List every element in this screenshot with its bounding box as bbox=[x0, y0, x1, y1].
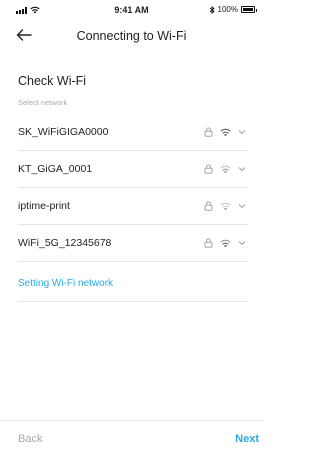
chevron-down-icon[interactable] bbox=[238, 203, 246, 209]
lock-icon bbox=[204, 164, 213, 174]
lock-icon bbox=[204, 238, 213, 248]
divider bbox=[18, 301, 248, 302]
lock-icon bbox=[204, 201, 213, 211]
wifi-signal-icon bbox=[220, 202, 231, 210]
wifi-signal-icon bbox=[220, 128, 231, 136]
setting-wifi-network-link[interactable]: Setting Wi-Fi network bbox=[18, 278, 113, 289]
network-item[interactable]: WiFi_5G_12345678 bbox=[18, 225, 248, 262]
section-subtitle: Select network bbox=[18, 98, 68, 107]
status-bar: 9:41 AM 100% bbox=[0, 0, 263, 22]
chevron-down-icon[interactable] bbox=[238, 240, 246, 246]
network-item[interactable]: KT_GiGA_0001 bbox=[18, 151, 248, 188]
wifi-signal-icon bbox=[220, 239, 231, 247]
network-item[interactable]: iptime-print bbox=[18, 188, 248, 225]
next-button[interactable]: Next bbox=[235, 433, 259, 445]
network-name: WiFi_5G_12345678 bbox=[18, 237, 112, 249]
page-title: Connecting to Wi-Fi bbox=[76, 29, 187, 43]
network-name: iptime-print bbox=[18, 200, 70, 212]
status-battery-group: 100% bbox=[209, 5, 257, 14]
footer-bar: Back Next bbox=[0, 420, 263, 459]
bluetooth-icon bbox=[209, 5, 215, 14]
battery-icon bbox=[241, 6, 257, 13]
lock-icon bbox=[204, 127, 213, 137]
wifi-signal-icon bbox=[220, 165, 231, 173]
section-title: Check Wi-Fi bbox=[18, 74, 87, 88]
chevron-down-icon[interactable] bbox=[238, 166, 246, 172]
battery-percent: 100% bbox=[217, 5, 238, 14]
network-list: SK_WiFiGIGA0000 KT_GiGA_0001 iptime-prin… bbox=[18, 114, 248, 262]
network-name: SK_WiFiGIGA0000 bbox=[18, 126, 109, 138]
network-item[interactable]: SK_WiFiGIGA0000 bbox=[18, 114, 248, 151]
chevron-down-icon[interactable] bbox=[238, 129, 246, 135]
network-name: KT_GiGA_0001 bbox=[18, 163, 93, 175]
back-button[interactable]: Back bbox=[18, 433, 42, 445]
nav-bar: Connecting to Wi-Fi bbox=[0, 22, 263, 48]
